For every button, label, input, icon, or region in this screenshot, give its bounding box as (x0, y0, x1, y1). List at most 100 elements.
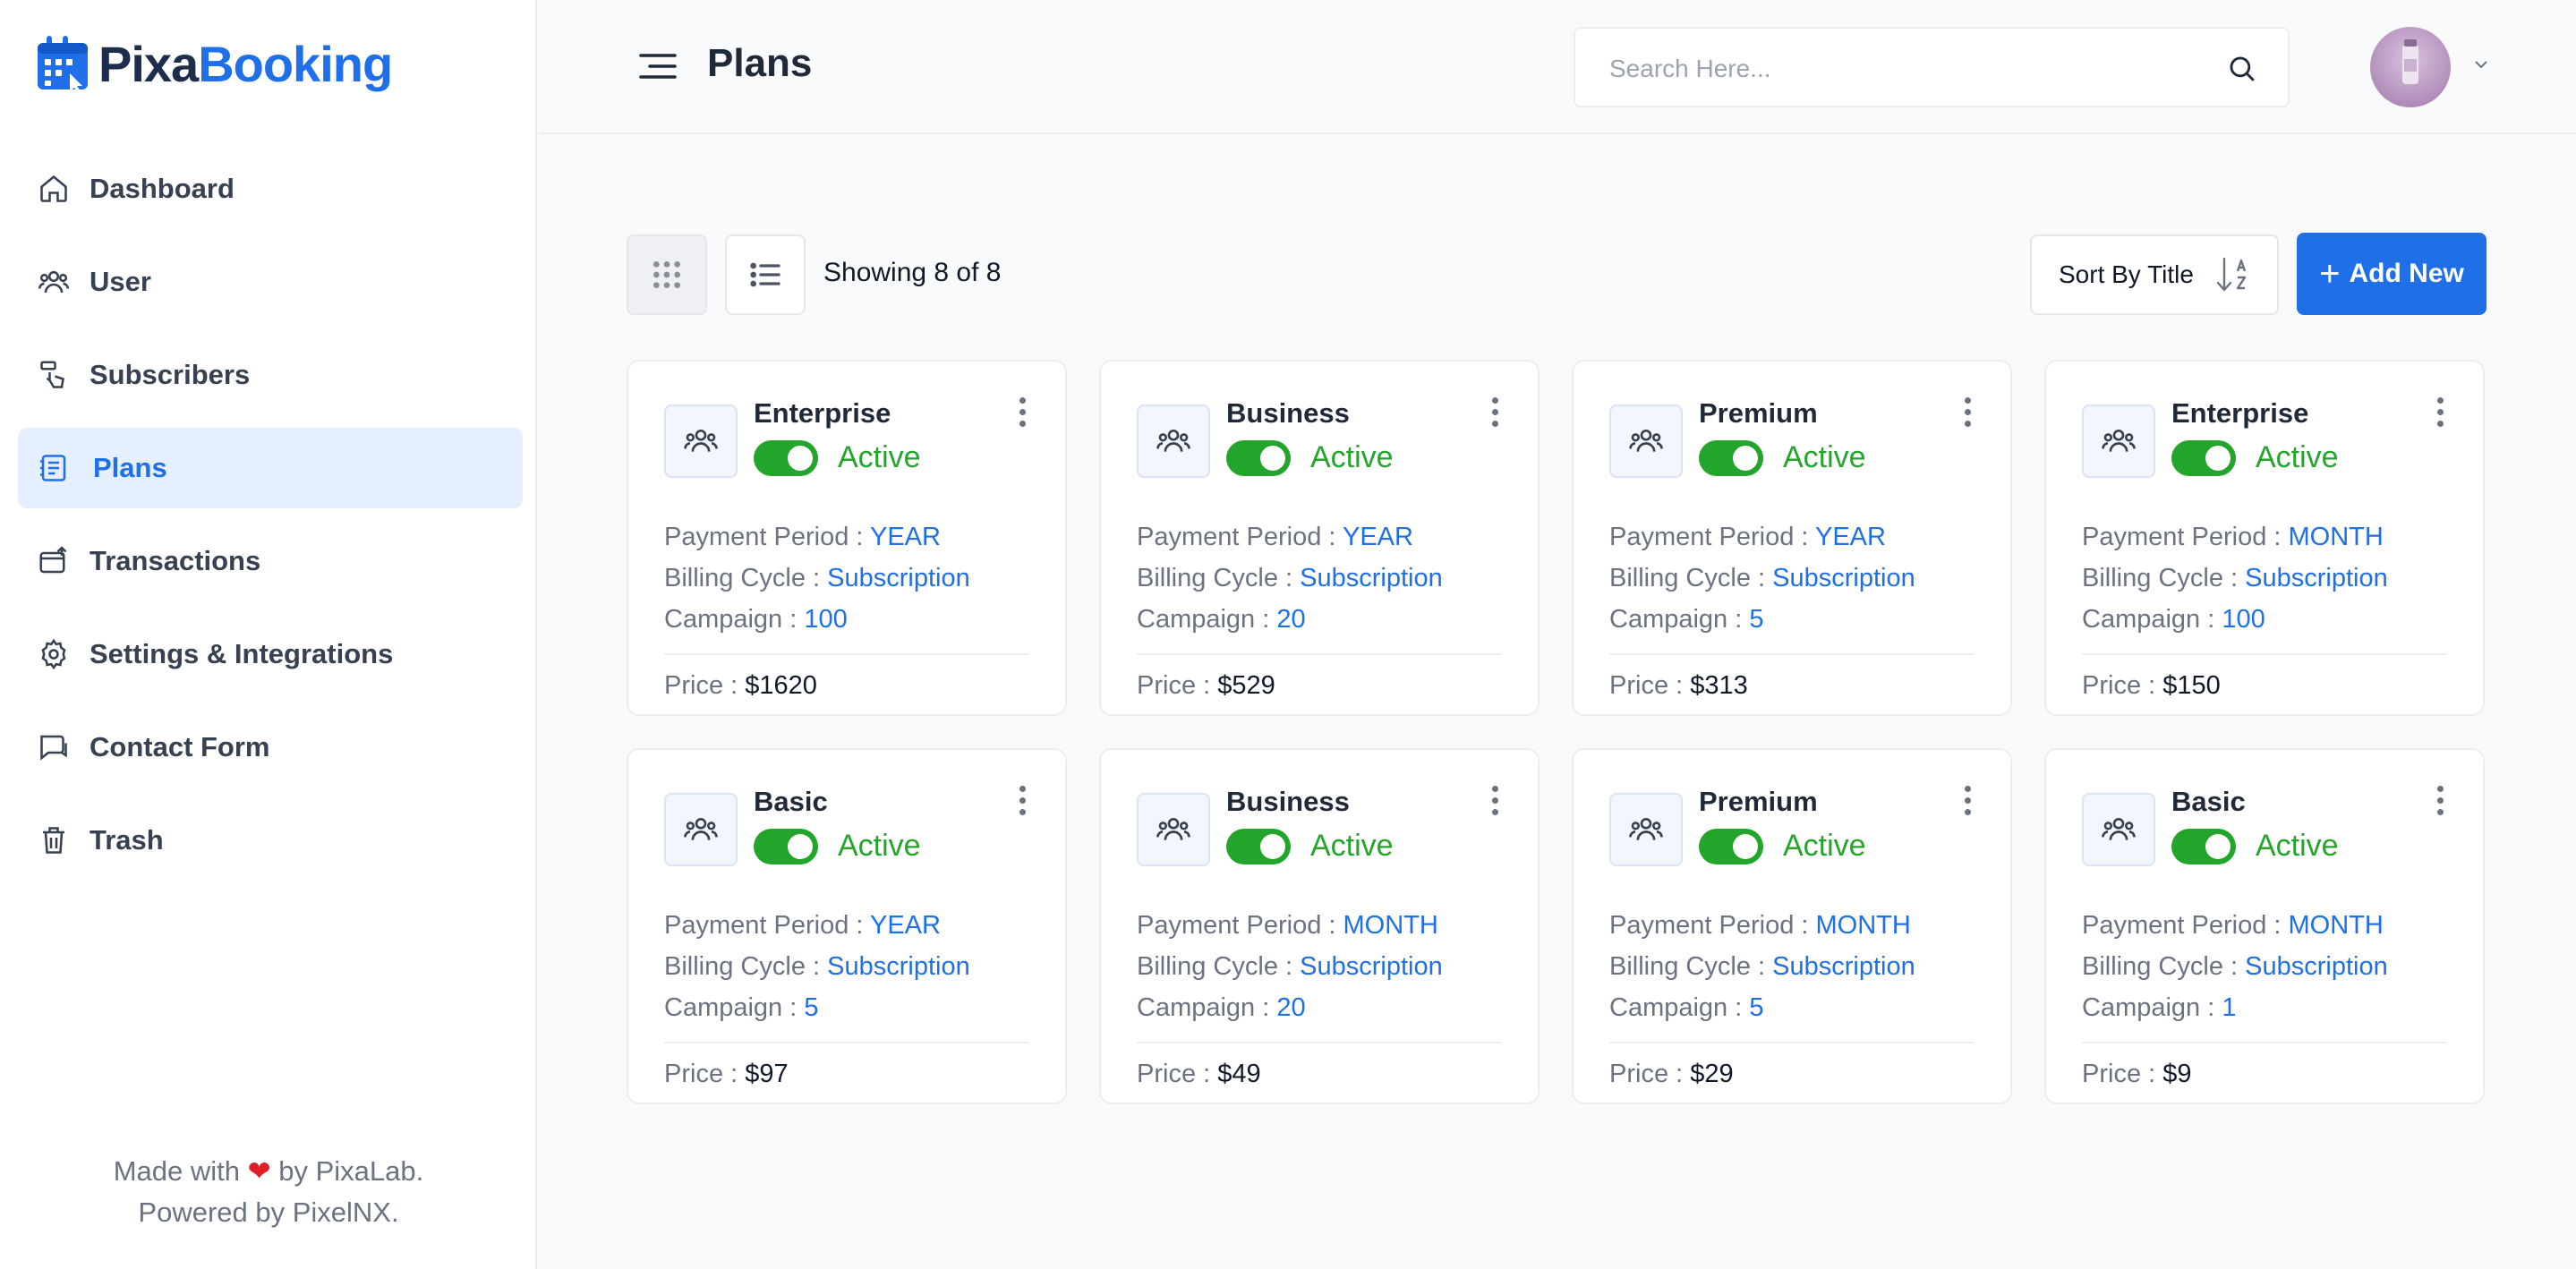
status-toggle[interactable] (2171, 440, 2236, 476)
payment-period-label: Payment Period : (664, 911, 870, 940)
status-toggle[interactable] (1226, 440, 1291, 476)
plan-card[interactable]: Premium Active Payment Period : YEAR Bil… (1572, 360, 2012, 716)
sidebar-item-plans[interactable]: Plans (18, 428, 523, 508)
billing-cycle-row: Billing Cycle : Subscription (1137, 952, 1443, 982)
plan-title: Basic (754, 786, 828, 817)
payment-period-value: YEAR (1814, 523, 1886, 551)
chat-icon (36, 729, 72, 765)
sidebar-item-label: Plans (93, 452, 167, 483)
plan-card[interactable]: Basic Active Payment Period : YEAR Billi… (627, 748, 1067, 1104)
campaign-label: Campaign : (664, 605, 805, 634)
list-icon (750, 262, 780, 287)
price-label: Price : (1609, 1060, 1691, 1088)
status-badge: Active (838, 440, 921, 474)
price-row: Price : $97 (664, 1060, 789, 1089)
more-options-icon[interactable] (1488, 397, 1502, 433)
payment-period-label: Payment Period : (2082, 911, 2289, 940)
more-options-icon[interactable] (1015, 397, 1029, 433)
price-row: Price : $529 (1137, 671, 1275, 701)
sidebar-item-settings[interactable]: Settings & Integrations (18, 614, 523, 694)
payment-period-label: Payment Period : (1137, 523, 1343, 551)
plan-card[interactable]: Enterprise Active Payment Period : YEAR … (627, 360, 1067, 716)
status-badge: Active (2256, 829, 2339, 863)
more-options-icon[interactable] (1488, 786, 1502, 822)
price-row: Price : $29 (1609, 1060, 1734, 1089)
billing-cycle-value: Subscription (1772, 952, 1915, 981)
status-toggle[interactable] (1699, 440, 1763, 476)
sidebar-item-transactions[interactable]: Transactions (18, 521, 523, 601)
billing-cycle-row: Billing Cycle : Subscription (664, 952, 970, 982)
card-divider (2082, 1042, 2447, 1043)
sidebar-item-user[interactable]: User (18, 242, 523, 322)
plan-users-icon (1609, 405, 1683, 478)
plans-icon (36, 450, 72, 486)
plan-users-icon (664, 793, 738, 866)
status-badge: Active (1783, 829, 1866, 863)
sort-az-icon (2216, 257, 2247, 292)
campaign-label: Campaign : (2082, 993, 2222, 1022)
plan-card[interactable]: Business Active Payment Period : MONTH B… (1099, 748, 1540, 1104)
users-icon (36, 264, 72, 300)
more-options-icon[interactable] (1015, 786, 1029, 822)
payment-period-value: MONTH (2288, 911, 2384, 940)
avatar[interactable] (2370, 27, 2451, 107)
sidebar-item-label: Trash (90, 824, 164, 856)
billing-cycle-value: Subscription (1300, 564, 1443, 592)
payment-period-value: MONTH (1815, 911, 1911, 940)
plan-title: Premium (1699, 397, 1818, 429)
sort-by-title-button[interactable]: Sort By Title (2030, 234, 2279, 315)
plan-card[interactable]: Basic Active Payment Period : MONTH Bill… (2044, 748, 2485, 1104)
campaign-value: 20 (1276, 993, 1306, 1022)
more-options-icon[interactable] (2433, 786, 2447, 822)
more-options-icon[interactable] (1960, 786, 1975, 822)
card-divider (1137, 653, 1502, 655)
campaign-row: Campaign : 20 (1137, 605, 1306, 634)
payment-period-label: Payment Period : (1609, 911, 1816, 940)
sidebar-item-subscribers[interactable]: Subscribers (18, 335, 523, 415)
card-divider (1609, 1042, 1975, 1043)
top-header: Plans (539, 0, 2576, 134)
search-icon[interactable] (2227, 54, 2257, 84)
payment-period-label: Payment Period : (1137, 911, 1343, 940)
plan-card[interactable]: Business Active Payment Period : YEAR Bi… (1099, 360, 1540, 716)
sidebar-item-contact-form[interactable]: Contact Form (18, 707, 523, 788)
grid-view-button[interactable] (627, 234, 707, 315)
price-value: $150 (2162, 671, 2221, 700)
campaign-row: Campaign : 20 (1137, 993, 1306, 1023)
chevron-down-icon[interactable] (2470, 54, 2492, 75)
payment-period-row: Payment Period : MONTH (2082, 911, 2384, 941)
list-view-button[interactable] (725, 234, 806, 315)
billing-cycle-row: Billing Cycle : Subscription (664, 564, 970, 593)
price-row: Price : $150 (2082, 671, 2221, 701)
payment-period-row: Payment Period : MONTH (1137, 911, 1438, 941)
billing-cycle-label: Billing Cycle : (1609, 564, 1773, 592)
menu-toggle-icon[interactable] (637, 50, 678, 82)
plan-title: Business (1226, 397, 1350, 429)
status-toggle[interactable] (1226, 829, 1291, 864)
payment-period-value: MONTH (1343, 911, 1438, 940)
search-box (1574, 27, 2290, 107)
search-input[interactable] (1609, 48, 2218, 89)
plan-card[interactable]: Enterprise Active Payment Period : MONTH… (2044, 360, 2485, 716)
billing-cycle-value: Subscription (827, 564, 970, 592)
add-new-button[interactable]: + Add New (2297, 233, 2486, 315)
sidebar-item-trash[interactable]: Trash (18, 800, 523, 881)
sidebar: PixaBooking Dashboard User Subscribers P… (0, 0, 537, 1269)
price-value: $313 (1690, 671, 1748, 700)
status-toggle[interactable] (2171, 829, 2236, 864)
payment-period-label: Payment Period : (1609, 523, 1815, 551)
campaign-label: Campaign : (2082, 605, 2222, 634)
plan-users-icon (2082, 405, 2155, 478)
sidebar-item-dashboard[interactable]: Dashboard (18, 149, 523, 229)
avatar-image-icon (2402, 39, 2418, 84)
more-options-icon[interactable] (2433, 397, 2447, 433)
status-toggle[interactable] (754, 440, 818, 476)
status-toggle[interactable] (754, 829, 818, 864)
payment-period-row: Payment Period : MONTH (2082, 523, 2384, 552)
price-row: Price : $49 (1137, 1060, 1261, 1089)
footer-by: by PixaLab. (278, 1155, 424, 1187)
brand-logo[interactable]: PixaBooking (36, 34, 393, 93)
more-options-icon[interactable] (1960, 397, 1975, 433)
status-toggle[interactable] (1699, 829, 1763, 864)
plan-card[interactable]: Premium Active Payment Period : MONTH Bi… (1572, 748, 2012, 1104)
